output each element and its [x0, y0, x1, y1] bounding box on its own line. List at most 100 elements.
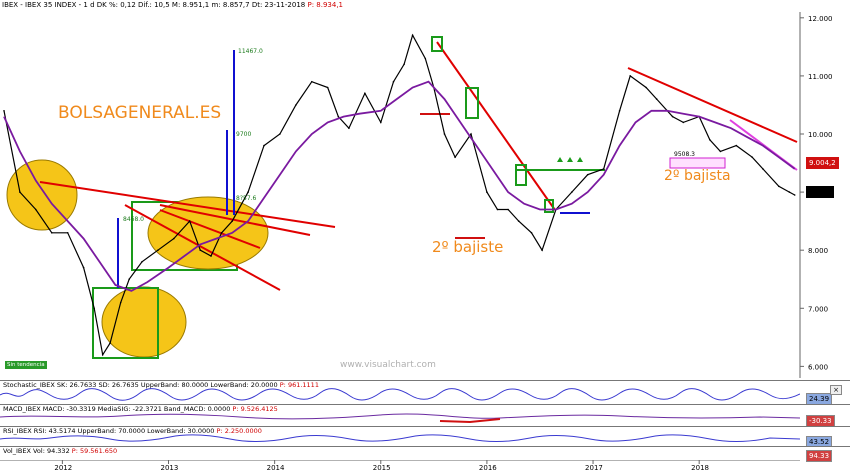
tip-mid: 9700	[236, 131, 252, 138]
price-point	[541, 249, 543, 251]
price-point	[486, 191, 488, 193]
current-price-tag: 9.004,2	[806, 157, 839, 169]
price-point	[571, 191, 573, 193]
macd-plot	[0, 413, 800, 424]
price-point	[82, 266, 85, 269]
price-point	[682, 121, 685, 124]
price-point	[231, 220, 233, 222]
y-tick-label: 6.000	[808, 363, 828, 371]
candle-box-1	[431, 36, 443, 52]
y-tick-label: 7.000	[808, 305, 828, 313]
close-icon[interactable]: ×	[830, 385, 842, 395]
price-point	[655, 98, 658, 100]
price-point	[337, 115, 340, 118]
price-point	[173, 237, 175, 240]
price-point	[141, 261, 143, 263]
price-point	[403, 63, 405, 66]
price-point	[618, 110, 621, 112]
volume-label: Vol_IBEX Vol: 94.332	[3, 447, 70, 455]
price-point	[19, 191, 21, 193]
price-point	[364, 92, 366, 95]
x-tick-label: 2017	[585, 464, 603, 472]
price-point	[295, 104, 297, 106]
x-tick-label: 2013	[161, 464, 179, 472]
price-point	[66, 232, 69, 234]
price-point	[263, 144, 265, 147]
x-tick-label: 2015	[373, 464, 391, 472]
price-point	[793, 194, 796, 196]
price-point	[311, 80, 313, 83]
stochastic-line	[0, 388, 800, 401]
price-point	[424, 57, 427, 60]
macd-signal	[439, 418, 501, 424]
stochastic-plot	[0, 388, 800, 401]
x-tick-label: 2018	[691, 464, 709, 472]
price-point	[199, 249, 202, 251]
price-point	[586, 173, 589, 176]
price-point	[35, 208, 37, 211]
tip-low: 8468.0	[123, 216, 144, 223]
price-point	[517, 220, 520, 222]
y-tick-label: 12.000	[808, 15, 833, 23]
rsi-plot	[0, 434, 800, 442]
price-point	[778, 185, 780, 188]
y-tick-label: 8.000	[808, 247, 828, 255]
up-arrow-2	[567, 157, 573, 162]
price-point	[454, 156, 456, 158]
price-point	[507, 208, 509, 211]
price-point	[496, 208, 499, 211]
price-point	[93, 307, 95, 310]
rsi-panel[interactable]: RSI_IBEX RSI: 43.5174 UpperBand: 70.0000…	[0, 426, 850, 448]
box-label-right: 9508.3	[674, 151, 695, 158]
price-point	[380, 121, 382, 124]
price-point	[119, 301, 122, 304]
bajista-label-right: 2º bajista	[664, 168, 731, 184]
rsi-line	[0, 434, 800, 442]
price-point	[645, 86, 647, 89]
price-point	[411, 34, 414, 36]
up-arrow-1	[557, 157, 563, 162]
stochastic-panel[interactable]: Stochastic_IBEX SK: 26.7633 SD: 26.7635 …	[0, 380, 850, 405]
trend-status-tag: Sin tendencia	[5, 361, 47, 369]
price-point	[101, 354, 104, 356]
y-tick-label: 11.000	[808, 73, 833, 81]
trendline-bajista-right	[627, 67, 798, 143]
price-point	[326, 86, 329, 89]
x-axis: 2012 2013 2014 2015 2016 2017 2018	[0, 459, 800, 472]
price-point	[279, 133, 281, 135]
price-point	[3, 110, 5, 112]
macd-line	[0, 413, 800, 420]
price-point	[443, 133, 446, 135]
x-tick-label: 2012	[54, 464, 72, 472]
price-point	[709, 139, 711, 141]
price-point	[629, 75, 631, 77]
price-point	[157, 249, 159, 251]
volume-panel[interactable]: Vol_IBEX Vol: 94.332 P: 59.561.650 94.33	[0, 446, 850, 462]
price-point	[51, 232, 53, 234]
macd-panel[interactable]: MACD_IBEX MACD: -30.3319 MediaSIG: -22.3…	[0, 404, 850, 427]
price-point	[470, 133, 472, 135]
x-tick-label: 2016	[479, 464, 497, 472]
price-point	[247, 191, 249, 193]
price-point	[788, 191, 791, 193]
price-point	[530, 232, 533, 234]
x-tick-label: 2014	[267, 464, 285, 472]
tip-small: 8?57.6	[236, 195, 257, 202]
circle-zone-2	[101, 286, 187, 358]
price-point	[109, 342, 111, 344]
price-point	[671, 115, 674, 118]
price-point	[751, 156, 753, 158]
tip-high: 11467.0	[238, 48, 263, 55]
price-point	[210, 255, 212, 257]
price-point	[602, 168, 605, 170]
volume-tag: 94.33	[806, 450, 833, 462]
price-point	[735, 144, 738, 147]
price-point	[719, 150, 722, 153]
site-credit: www.visualchart.com	[340, 360, 436, 370]
price-point	[392, 80, 395, 83]
price-point	[220, 232, 223, 234]
y-tick-label: 10.000	[808, 131, 833, 139]
trendline-bajista-mid	[436, 41, 556, 211]
volume-last: P: 59.561.650	[71, 447, 118, 455]
price-point	[348, 127, 350, 129]
